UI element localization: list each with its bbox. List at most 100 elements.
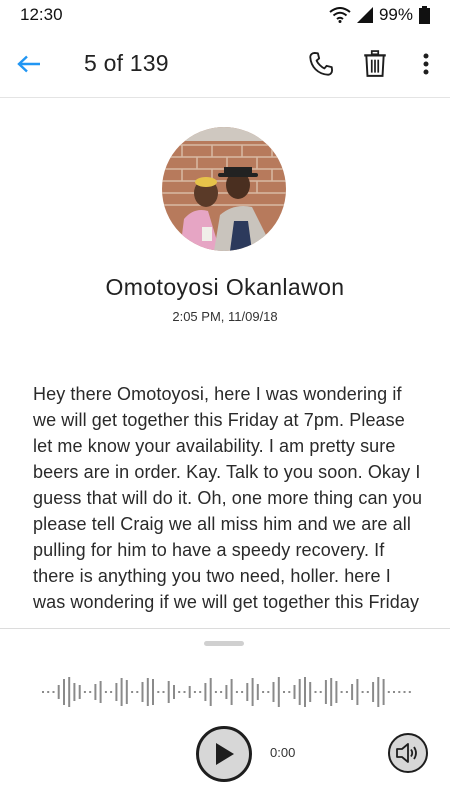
waveform-bar (387, 691, 390, 693)
waveform-bar (272, 682, 275, 702)
waveform-bar (304, 677, 306, 707)
waveform-bar (277, 677, 280, 707)
battery-percent: 99% (378, 5, 413, 24)
trash-icon (364, 49, 386, 77)
waveform-bar (178, 691, 181, 693)
waveform-bar (152, 679, 154, 705)
waveform-bar (356, 679, 359, 705)
waveform-bar (52, 691, 55, 693)
waveform-bar (298, 679, 301, 705)
waveform[interactable] (42, 673, 414, 711)
waveform-bar (293, 685, 296, 699)
waveform-bar (267, 691, 270, 693)
waveform-bar (78, 685, 81, 699)
signal-icon (356, 7, 373, 23)
waveform-bar (99, 681, 102, 703)
waveform-bar (377, 677, 380, 707)
message-content[interactable]: Omotoyosi Okanlawon 2:05 PM, 11/09/18 He… (0, 99, 450, 629)
waveform-bar (246, 683, 249, 701)
waveform-bar (193, 691, 196, 693)
more-vertical-icon (423, 53, 429, 74)
waveform-bar (324, 680, 327, 704)
waveform-bar (288, 691, 291, 693)
waveform-bar (403, 691, 406, 693)
waveform-bar (125, 680, 128, 704)
back-button[interactable] (0, 30, 58, 98)
waveform-bar (225, 685, 228, 699)
message-timestamp: 2:05 PM, 11/09/18 (172, 309, 278, 324)
status-icons: 99% (329, 5, 430, 25)
waveform-bar (73, 683, 76, 701)
more-options-button[interactable] (402, 30, 450, 98)
waveform-bar (141, 682, 144, 702)
waveform-bar (361, 691, 364, 693)
waveform-bar (230, 679, 233, 705)
waveform-bar (335, 681, 338, 703)
waveform-bar (68, 677, 71, 707)
arrow-left-icon (17, 55, 40, 72)
waveform-bar (372, 682, 375, 702)
waveform-bar (136, 691, 139, 693)
contact-name: Omotoyosi Okanlawon (105, 274, 345, 300)
waveform-bar (351, 684, 354, 700)
elapsed-time: 0:00 (270, 745, 296, 760)
waveform-bar (162, 691, 165, 693)
waveform-bar (214, 691, 217, 693)
waveform-bar (209, 678, 212, 706)
drag-handle[interactable] (204, 641, 244, 646)
battery-icon (419, 6, 430, 24)
waveform-bar (89, 691, 92, 693)
waveform-bar (262, 691, 265, 693)
audio-player: 0:00 (0, 628, 450, 801)
waveform-bar (235, 691, 238, 693)
call-button[interactable] (294, 30, 348, 98)
waveform-bar (120, 678, 123, 706)
waveform-bar (256, 684, 259, 700)
waveform-bar (345, 691, 348, 693)
waveform-bar (366, 691, 369, 693)
waveform-bar (115, 683, 118, 701)
speaker-button[interactable] (388, 733, 428, 773)
waveform-bar (167, 681, 170, 703)
waveform-bar (393, 691, 395, 693)
wifi-icon (329, 7, 351, 23)
page-title: 5 of 139 (84, 50, 169, 76)
speaker-icon (396, 743, 417, 763)
waveform-bar (157, 691, 160, 693)
waveform-bar (146, 678, 149, 706)
waveform-bar (183, 691, 186, 693)
waveform-bar (330, 678, 333, 706)
waveform-bar (241, 691, 244, 693)
waveform-bar (110, 691, 113, 693)
waveform-bar (382, 679, 385, 705)
status-bar: 12:30 99% (0, 0, 450, 30)
waveform-bar (251, 678, 254, 706)
waveform-bar (398, 691, 401, 693)
avatar (162, 127, 286, 251)
waveform-bar (204, 683, 207, 701)
waveform-bar (220, 691, 223, 693)
waveform-bar (408, 691, 411, 693)
app-bar: 5 of 139 (0, 30, 450, 98)
waveform-bar (57, 685, 60, 699)
delete-button[interactable] (348, 30, 402, 98)
waveform-bar (340, 691, 343, 693)
voicemail-transcript: Hey there Omotoyosi, here I was wonderin… (33, 384, 423, 612)
waveform-bar (319, 691, 322, 693)
waveform-bar (104, 691, 107, 693)
waveform-bar (314, 691, 317, 693)
waveform-bar (188, 686, 191, 698)
play-button[interactable] (196, 726, 252, 782)
waveform-bar (173, 685, 175, 699)
waveform-bar (131, 691, 134, 693)
waveform-bar (83, 691, 86, 693)
waveform-bar (63, 679, 65, 705)
status-time: 12:30 (20, 5, 63, 24)
waveform-bar (199, 691, 202, 693)
phone-icon (309, 51, 334, 76)
waveform-bar (47, 691, 50, 693)
waveform-bar (309, 682, 312, 702)
waveform-bar (42, 691, 44, 693)
waveform-bar (94, 684, 97, 700)
waveform-bar (283, 691, 285, 693)
